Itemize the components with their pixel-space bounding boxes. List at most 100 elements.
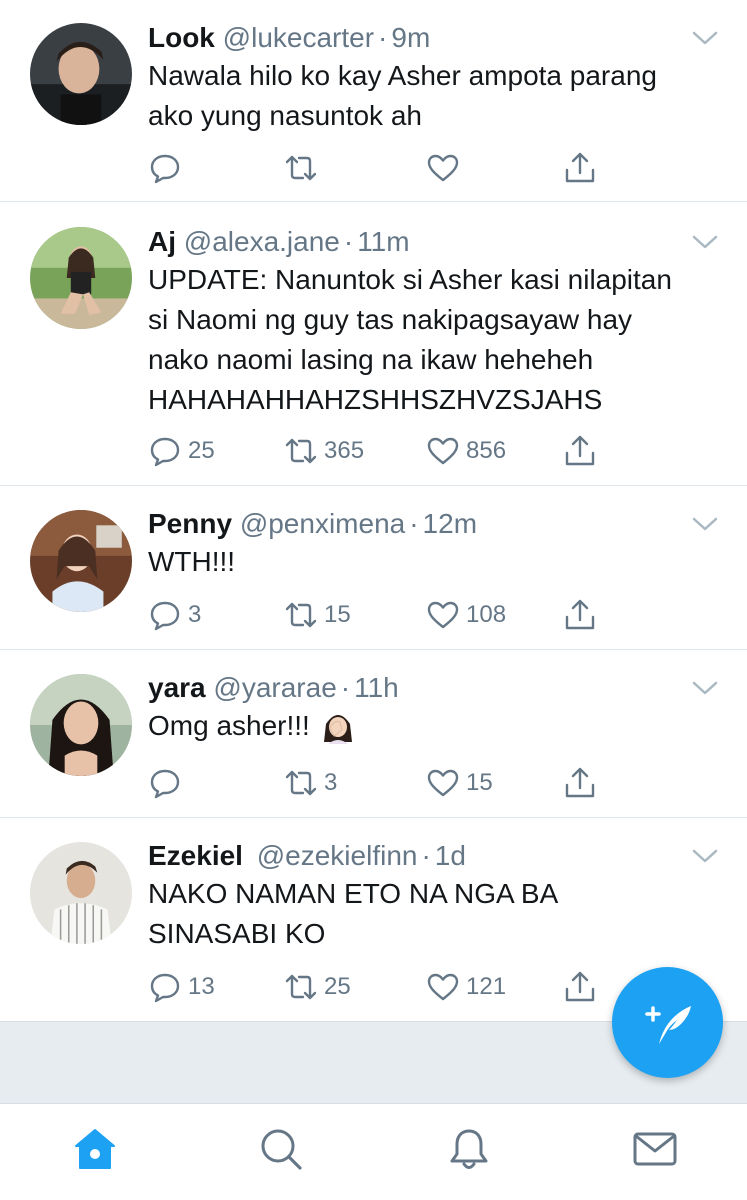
tweet-text: UPDATE: Nanuntok si Asher kasi nilapitan… [148,260,723,420]
tab-notifications[interactable] [446,1126,492,1172]
timestamp[interactable]: 9m [391,22,430,53]
like-count: 856 [466,437,507,464]
woman-facepalming-emoji [320,708,356,744]
reply-count: 3 [188,601,202,628]
bottom-tab-bar [0,1103,747,1200]
messages-icon [633,1132,677,1166]
chevron-down-icon[interactable] [691,28,719,48]
retweet-button[interactable] [284,148,324,188]
retweet-count: 365 [324,437,365,464]
tweet-actions: 25 365 856 [148,431,618,471]
home-icon [75,1129,115,1169]
like-button[interactable]: 856 [426,431,506,471]
reply-icon [150,601,180,631]
retweet-icon [285,438,317,464]
compose-tweet-button[interactable] [612,967,723,1078]
chevron-down-icon[interactable] [691,514,719,534]
tab-search[interactable] [258,1126,304,1172]
tweet[interactable]: Penny @penximena · 12m WTH!!! 3 15 108 [0,486,747,650]
avatar[interactable] [30,842,132,944]
tweet-text-line: HAHAHAHHAHZSHHSZHVZSJAHS [148,384,603,415]
display-name[interactable]: Ezekiel [148,840,243,871]
avatar[interactable] [30,23,132,125]
display-name[interactable]: Look [148,22,215,53]
avatar[interactable] [30,510,132,612]
reply-button[interactable]: 3 [148,595,201,635]
tweet-actions: 3 15 [148,763,618,803]
retweet-button[interactable]: 15 [284,595,351,635]
like-button[interactable] [426,148,466,188]
display-name[interactable]: Penny [148,508,232,539]
tweet[interactable]: Look @lukecarter · 9m Nawala hilo ko kay A… [0,0,747,202]
retweet-button[interactable]: 365 [284,431,364,471]
tweet-text: WTH!!! [148,542,723,582]
tweet-actions: 13 25 121 [148,967,618,1007]
like-button[interactable]: 121 [426,967,506,1007]
share-button[interactable] [563,763,597,803]
avatar[interactable] [30,227,132,329]
share-button[interactable] [563,148,597,188]
retweet-count: 3 [324,769,338,796]
tab-home[interactable] [72,1126,118,1172]
timestamp[interactable]: 11h [354,672,399,703]
user-handle[interactable]: @yararae [213,672,336,703]
tweet-header: Aj @alexa.jane · 11m [148,224,723,260]
like-count: 121 [466,973,507,1000]
reply-icon [150,437,180,467]
reply-count: 13 [188,973,215,1000]
tweet-text-line: Omg asher!!! [148,710,318,741]
heart-icon [427,154,459,182]
display-name[interactable]: yara [148,672,206,703]
user-handle[interactable]: @lukecarter [223,22,374,53]
separator-dot: · [421,840,431,871]
reply-icon [150,769,180,799]
chevron-down-icon[interactable] [691,232,719,252]
avatar[interactable] [30,674,132,776]
share-icon [565,435,595,466]
tab-messages[interactable] [632,1126,678,1172]
timestamp[interactable]: 12m [423,508,477,539]
display-name[interactable]: Aj [148,226,176,257]
tweet-text-line: UPDATE: Nanuntok si Asher kasi nilapitan [148,264,672,295]
retweet-button[interactable]: 3 [284,763,337,803]
retweet-button[interactable]: 25 [284,967,351,1007]
compose-tweet-icon [644,1005,691,1044]
notifications-icon [450,1129,488,1169]
reply-button[interactable]: 13 [148,967,215,1007]
reply-count: 25 [188,437,215,464]
timestamp[interactable]: 11m [357,226,409,257]
retweet-icon [285,602,317,628]
tweet[interactable]: yara @yararae · 11h Omg asher!!! 3 15 [0,650,747,818]
separator-dot: · [378,22,388,53]
tweet-text-line: WTH!!! [148,546,236,577]
like-button[interactable]: 108 [426,595,506,635]
tweet-header: Ezekiel @ezekielfinn · 1d [148,838,723,874]
user-handle[interactable]: @penximena [240,508,405,539]
like-button[interactable]: 15 [426,763,493,803]
timestamp[interactable]: 1d [435,840,466,871]
reply-button[interactable] [148,148,188,188]
heart-icon [427,601,459,629]
retweet-icon [285,155,317,181]
tweet-text-line: nako naomi lasing na ikaw heheheh [148,344,594,375]
retweet-count: 25 [324,973,351,1000]
share-button[interactable] [563,431,597,471]
reply-button[interactable]: 25 [148,431,215,471]
tweet-text-line: SINASABI KO [148,918,326,949]
chevron-down-icon[interactable] [691,846,719,866]
tweet-text: Omg asher!!! [148,706,723,746]
share-button[interactable] [563,595,597,635]
heart-icon [427,437,459,465]
search-icon [261,1129,302,1170]
tweet-header: Look @lukecarter · 9m [148,20,723,56]
tweet-text: NAKO NAMAN ETO NA NGA BA SINASABI KO [148,874,723,954]
tweet-header: yara @yararae · 11h [148,670,723,706]
share-button[interactable] [563,967,597,1007]
tweet[interactable]: Aj @alexa.jane · 11m UPDATE: Nanuntok si A… [0,202,747,486]
separator-dot: · [409,508,419,539]
chevron-down-icon[interactable] [691,678,719,698]
like-count: 108 [466,601,507,628]
reply-button[interactable] [148,763,188,803]
user-handle[interactable]: @ezekielfinn [257,840,418,871]
user-handle[interactable]: @alexa.jane [184,226,340,257]
